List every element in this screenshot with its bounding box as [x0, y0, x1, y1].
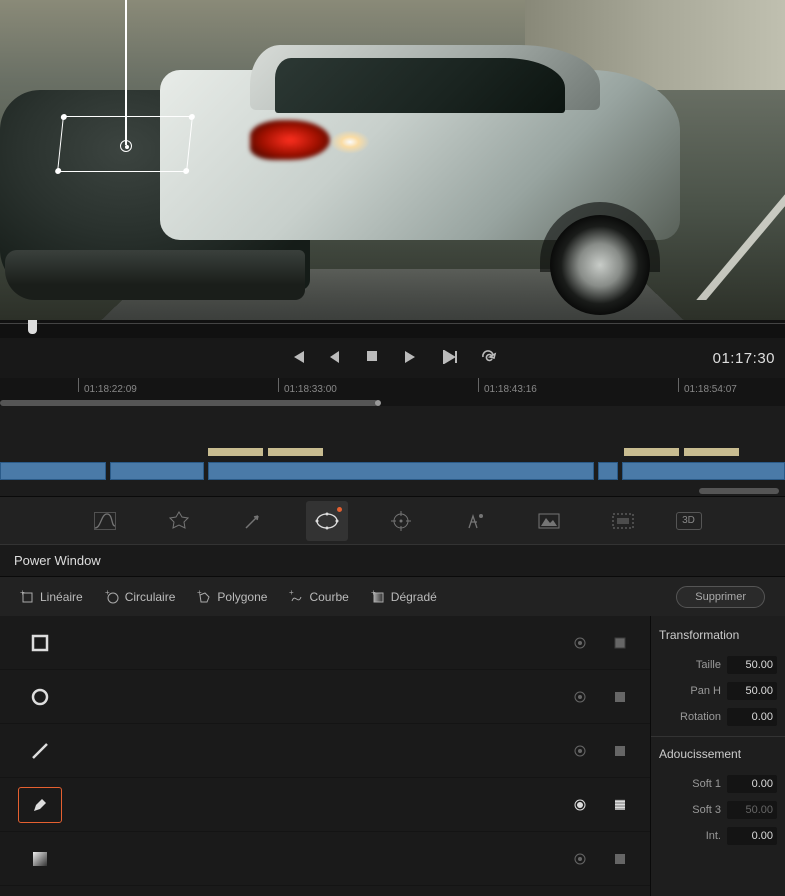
- add-gradient-button[interactable]: + Dégradé: [371, 590, 437, 604]
- soft1-input[interactable]: 0.00: [727, 775, 777, 793]
- int-input[interactable]: 0.00: [727, 827, 777, 845]
- keyframe-strip[interactable]: [208, 448, 263, 456]
- shape-row-polygon[interactable]: [0, 724, 650, 778]
- mask-mode-icon[interactable]: [568, 847, 592, 871]
- shape-row-linear[interactable]: [0, 616, 650, 670]
- timeline-clip[interactable]: [622, 462, 785, 480]
- loop-button[interactable]: [480, 350, 496, 366]
- timecode-display[interactable]: 01:17:30: [713, 350, 775, 367]
- add-polygon-button[interactable]: + Polygone: [197, 590, 267, 604]
- play-button[interactable]: [404, 350, 420, 366]
- rotation-input[interactable]: 0.00: [727, 708, 777, 726]
- gradient-icon: [18, 841, 62, 877]
- timeline-clip[interactable]: [598, 462, 618, 480]
- add-curve-label: Courbe: [309, 590, 348, 604]
- mask-invert-icon[interactable]: [608, 685, 632, 709]
- mask-mode-icon[interactable]: [568, 631, 592, 655]
- svg-text:+: +: [20, 590, 25, 597]
- timeline-tracks[interactable]: [0, 406, 785, 496]
- shape-row-curve[interactable]: [0, 778, 650, 832]
- tab-magic-mask[interactable]: [454, 501, 496, 541]
- inspector-tab-bar: 3D: [0, 496, 785, 544]
- timeline-clip[interactable]: [0, 462, 106, 480]
- int-label: Int.: [706, 830, 721, 842]
- size-input[interactable]: 50.00: [727, 656, 777, 674]
- size-label: Taille: [696, 659, 721, 671]
- scrub-playhead[interactable]: [28, 320, 37, 334]
- ruler-label: 01:18:43:16: [484, 384, 537, 395]
- transform-section-title: Transformation: [659, 628, 777, 642]
- properties-panel: Transformation Taille 50.00 Pan H 50.00 Ro…: [650, 616, 785, 896]
- rect-icon: [18, 625, 62, 661]
- step-back-button[interactable]: [328, 350, 344, 366]
- add-curve-button[interactable]: + Courbe: [289, 590, 348, 604]
- tab-3d[interactable]: 3D: [676, 512, 702, 530]
- circle-icon: [18, 679, 62, 715]
- image-car: [0, 40, 680, 300]
- mask-mode-icon[interactable]: [568, 793, 592, 817]
- ruler-label: 01:18:33:00: [284, 384, 337, 395]
- ruler-label: 01:18:54:07: [684, 384, 737, 395]
- mask-invert-icon[interactable]: [608, 847, 632, 871]
- mask-invert-icon[interactable]: [608, 739, 632, 763]
- timeline-clip[interactable]: [208, 462, 594, 480]
- go-to-end-button[interactable]: [442, 350, 458, 366]
- tracker-handle-line[interactable]: [125, 0, 127, 145]
- add-circle-button[interactable]: + Circulaire: [105, 590, 176, 604]
- image-lane-marking: [696, 160, 785, 300]
- keyframe-strip[interactable]: [268, 448, 323, 456]
- svg-text:+: +: [105, 590, 110, 597]
- rotation-label: Rotation: [680, 711, 721, 723]
- soft1-label: Soft 1: [692, 778, 721, 790]
- mask-invert-icon[interactable]: [608, 793, 632, 817]
- add-linear-label: Linéaire: [40, 590, 83, 604]
- ruler-label: 01:18:22:09: [84, 384, 137, 395]
- tracker-center-handle[interactable]: [120, 140, 132, 152]
- shape-row-gradient[interactable]: [0, 832, 650, 886]
- svg-text:+: +: [289, 590, 294, 597]
- transport-controls: 01:17:30: [0, 338, 785, 378]
- svg-text:+: +: [371, 590, 376, 597]
- svg-text:+: +: [197, 590, 202, 597]
- shape-toolbar: + Linéaire + Circulaire + Polygone + Cou…: [0, 576, 785, 616]
- add-polygon-label: Polygone: [217, 590, 267, 604]
- shape-list: [0, 616, 650, 896]
- add-circle-label: Circulaire: [125, 590, 176, 604]
- mask-invert-icon[interactable]: [608, 631, 632, 655]
- add-linear-button[interactable]: + Linéaire: [20, 590, 83, 604]
- shape-row-circle[interactable]: [0, 670, 650, 724]
- timeline-scrollbar[interactable]: [699, 488, 779, 494]
- tab-key[interactable]: [602, 501, 644, 541]
- keyframe-strip[interactable]: [684, 448, 739, 456]
- go-to-start-button[interactable]: [290, 350, 306, 366]
- timeline-clip[interactable]: [110, 462, 204, 480]
- timeline-ruler[interactable]: 01:18:22:09 01:18:33:00 01:18:43:16 01:1…: [0, 378, 785, 406]
- tab-blur[interactable]: [528, 501, 570, 541]
- tab-tracker[interactable]: [380, 501, 422, 541]
- preview-viewer[interactable]: [0, 0, 785, 320]
- delete-button[interactable]: Supprimer: [676, 586, 765, 608]
- stop-button[interactable]: [366, 350, 382, 366]
- line-icon: [18, 733, 62, 769]
- tab-power-window[interactable]: [306, 501, 348, 541]
- add-gradient-label: Dégradé: [391, 590, 437, 604]
- panh-label: Pan H: [690, 685, 721, 697]
- keyframe-strip[interactable]: [624, 448, 679, 456]
- panh-input[interactable]: 50.00: [727, 682, 777, 700]
- panel-title: Power Window: [0, 544, 785, 576]
- scrub-bar[interactable]: [0, 320, 785, 338]
- mask-mode-icon[interactable]: [568, 739, 592, 763]
- soft3-input[interactable]: 50.00: [727, 801, 777, 819]
- mask-mode-icon[interactable]: [568, 685, 592, 709]
- softness-section-title: Adoucissement: [659, 747, 777, 761]
- soft3-label: Soft 3: [692, 804, 721, 816]
- tab-qualifier[interactable]: [232, 501, 274, 541]
- pen-icon: [18, 787, 62, 823]
- tab-color-warper[interactable]: [158, 501, 200, 541]
- tab-curves[interactable]: [84, 501, 126, 541]
